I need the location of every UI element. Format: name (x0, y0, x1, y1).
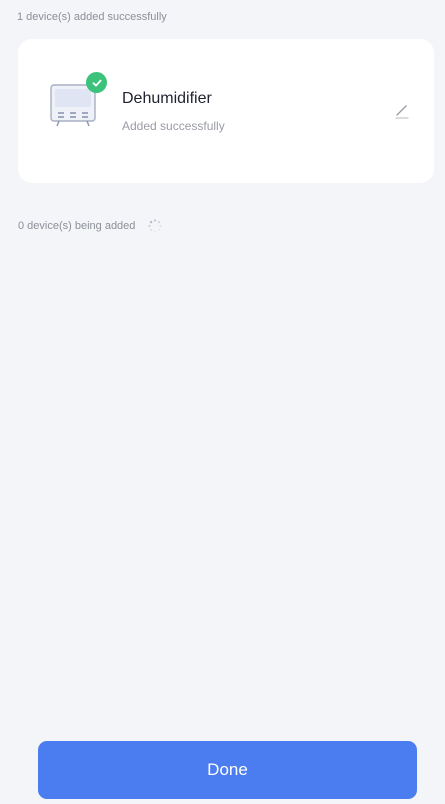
edit-pencil-icon (395, 105, 409, 119)
edit-button[interactable] (391, 99, 413, 121)
check-icon (86, 72, 107, 93)
device-status: Added successfully (122, 119, 225, 133)
device-name: Dehumidifier (122, 90, 212, 107)
pending-devices-row: 0 device(s) being added (18, 218, 163, 234)
added-devices-header: 1 device(s) added successfully (17, 11, 167, 23)
pending-devices-header: 0 device(s) being added (18, 220, 136, 232)
device-card[interactable]: Dehumidifier Added successfully (18, 39, 434, 183)
loading-spinner-icon (148, 219, 162, 233)
done-button[interactable]: Done (38, 741, 417, 799)
